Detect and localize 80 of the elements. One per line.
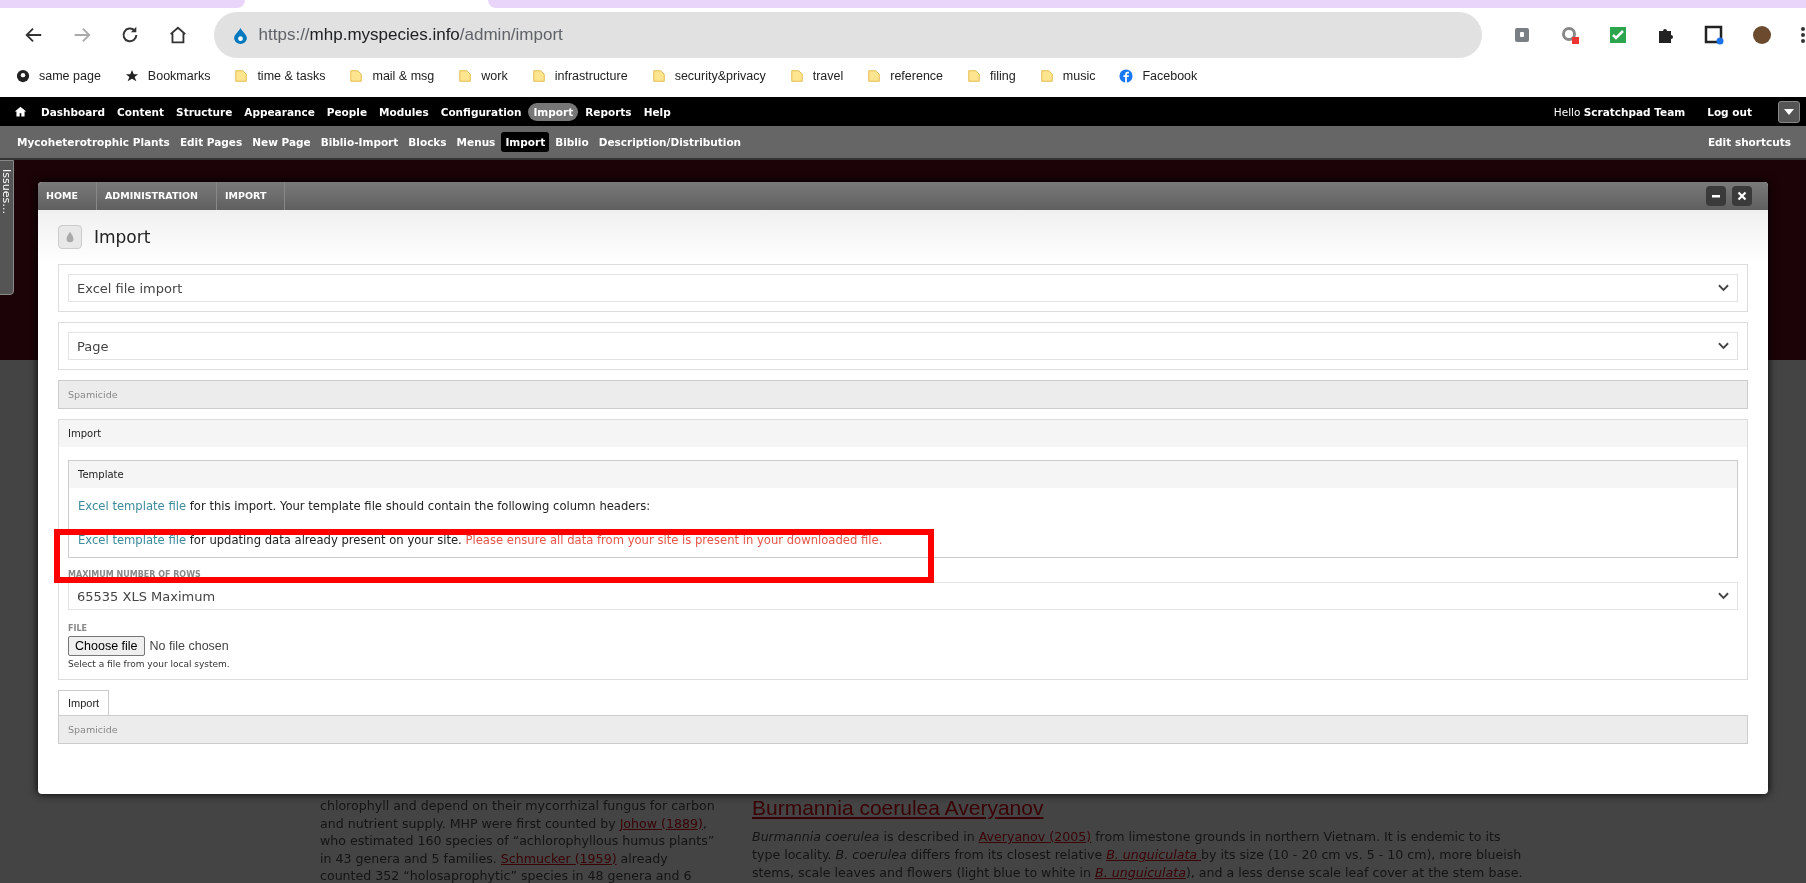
extension-icon[interactable] (1512, 25, 1532, 45)
drop-icon (58, 225, 82, 249)
template-link[interactable]: Excel template file (78, 499, 187, 513)
shortcut-link[interactable]: Mycoheterotrophic Plants (13, 132, 174, 152)
chevron-icon (1718, 284, 1729, 292)
shortcut-link[interactable]: Menus (452, 132, 500, 152)
admin-menu-item[interactable]: Content (112, 102, 170, 121)
bookmark[interactable]: Bookmarks (124, 69, 211, 83)
fieldset-legend: Import (59, 420, 1747, 447)
bookmark[interactable]: filing (967, 69, 1016, 83)
bookmark[interactable]: same page (16, 69, 101, 83)
folder-icon (531, 69, 546, 83)
bookmark[interactable]: Facebook (1119, 69, 1198, 83)
chevron-icon (1718, 592, 1729, 600)
bookmark[interactable]: time & tasks (234, 69, 326, 83)
bookmark[interactable]: music (1039, 69, 1096, 83)
facebook-logo (1119, 69, 1134, 83)
menu-icon[interactable] (1800, 25, 1806, 45)
template-link[interactable]: Excel template file (78, 533, 187, 547)
folder-icon (651, 69, 666, 83)
blocked-extension-icon[interactable] (1560, 25, 1580, 45)
chevron-icon (1718, 342, 1729, 350)
greeting-text: Hello Scratchpad Team (1553, 105, 1686, 118)
select-field[interactable]: Page (68, 332, 1738, 360)
home-icon[interactable] (14, 105, 27, 118)
close-icon (1737, 191, 1747, 201)
shortcut-link[interactable]: Biblio (551, 132, 593, 152)
admin-menu-item[interactable]: Reports (580, 102, 637, 121)
checkmark-icon[interactable] (1608, 25, 1628, 45)
folder-icon (349, 69, 364, 83)
bookmark[interactable]: security&privacy (651, 69, 766, 83)
admin-menu-item[interactable]: Appearance (239, 102, 320, 121)
shortcut-link[interactable]: Description/Distribution (594, 132, 746, 152)
address-bar[interactable]: https://mhp.myspecies.info/admin/import (213, 12, 1482, 58)
sidebar-icon[interactable] (1704, 25, 1724, 45)
admin-menu-item[interactable]: Import (528, 102, 579, 121)
folder-icon (1039, 69, 1054, 83)
folder-icon (789, 69, 804, 83)
import-button[interactable]: Import (58, 690, 110, 715)
field-label: FILE (68, 624, 88, 633)
bookmark[interactable]: infrastructure (531, 69, 628, 83)
shortcut-link[interactable]: Edit Pages (175, 132, 247, 152)
issues-tab[interactable]: Issues… (0, 160, 14, 295)
minimize-button[interactable] (1706, 186, 1726, 206)
select-field[interactable]: 65535 XLS Maximum (68, 582, 1738, 610)
select-field[interactable]: Excel file import (68, 274, 1738, 302)
drop-icon (231, 26, 249, 44)
folder-icon (458, 69, 473, 83)
close-button[interactable] (1732, 186, 1752, 206)
avatar-icon[interactable] (1752, 25, 1772, 45)
edit-shortcuts-link[interactable]: Edit shortcuts (1703, 132, 1795, 152)
folder-icon (867, 69, 882, 83)
toggle-button[interactable] (1778, 100, 1800, 123)
shortcut-link[interactable]: Blocks (404, 132, 451, 152)
admin-menu-item[interactable]: Dashboard (36, 102, 111, 121)
admin-menu-item[interactable]: Configuration (435, 102, 527, 121)
file-status: No file chosen (149, 639, 229, 653)
choose-file-button[interactable]: Choose file (68, 636, 145, 656)
page-title: Import (94, 227, 151, 247)
shortcut-link[interactable]: Biblio-Import (316, 132, 403, 152)
admin-menu-item[interactable]: Modules (374, 102, 434, 121)
bookmark[interactable]: travel (789, 69, 844, 83)
field-label: MAXIMUM NUMBER OF ROWS (68, 570, 202, 579)
admin-menu-item[interactable]: People (321, 102, 373, 121)
logout-link[interactable]: Log out (1702, 102, 1757, 121)
bookmark[interactable]: reference (867, 69, 944, 83)
star-icon (124, 69, 139, 83)
bookmark[interactable]: mail & msg (349, 69, 435, 83)
bookmark[interactable]: work (458, 69, 508, 83)
admin-menu-item[interactable]: Structure (171, 102, 238, 121)
folder-icon (234, 69, 249, 83)
shortcut-link[interactable]: Import (501, 132, 550, 152)
template-text: Excel template file for this import. Your template file should contain the following column headers: (77, 498, 652, 515)
folder-icon (967, 69, 982, 83)
help-text: Select a file from your local system. (68, 659, 231, 669)
site-icon (16, 69, 30, 83)
shortcut-link[interactable]: New Page (248, 132, 315, 152)
admin-menu-item[interactable]: Help (638, 102, 676, 121)
caret-icon (1784, 108, 1794, 115)
fieldset-legend: Template (69, 461, 1737, 488)
